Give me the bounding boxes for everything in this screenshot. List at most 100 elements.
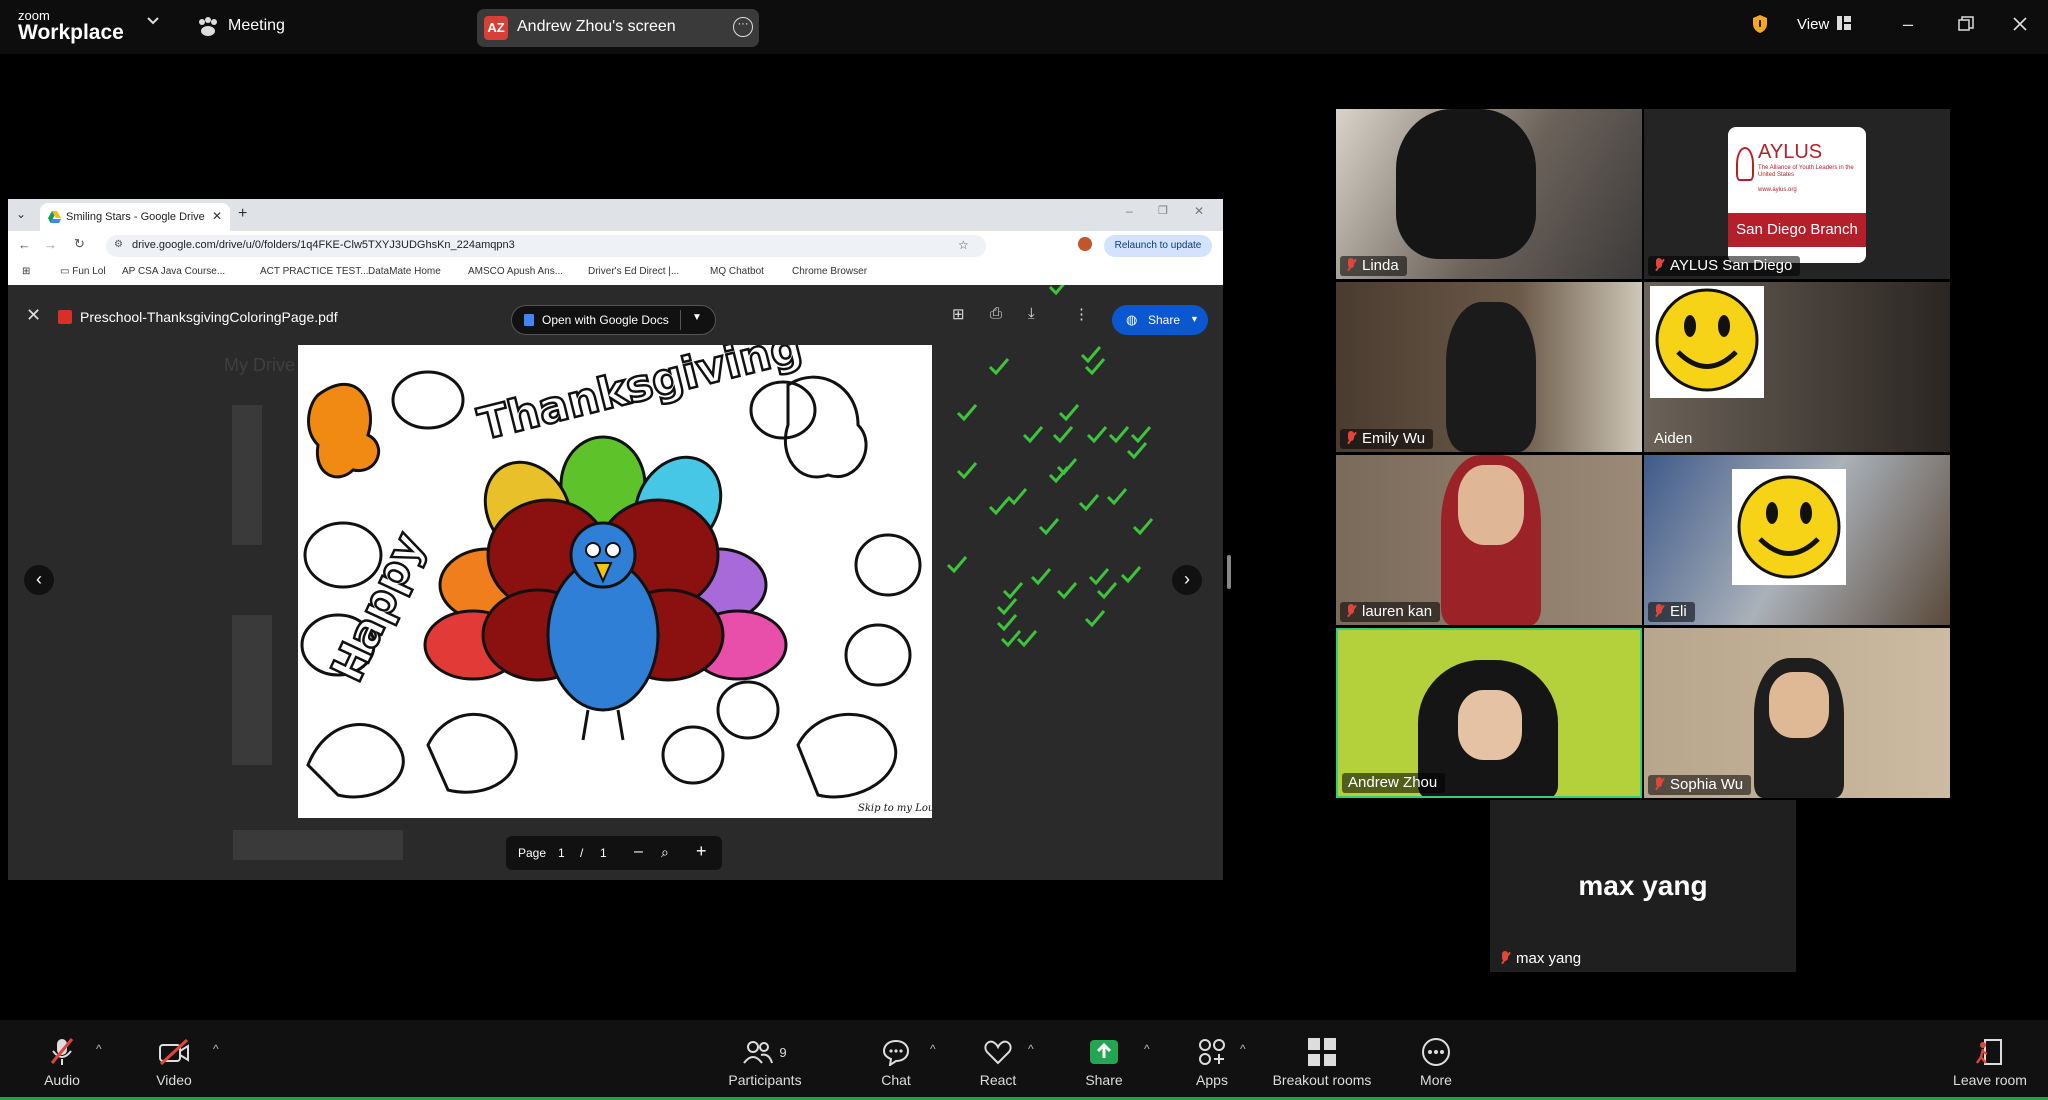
- back-icon[interactable]: ←: [18, 237, 31, 252]
- video-tile[interactable]: Aiden: [1644, 282, 1950, 452]
- participant-face: [1458, 690, 1522, 760]
- video-tile[interactable]: Emily Wu: [1336, 282, 1642, 452]
- new-tab-icon[interactable]: +: [238, 205, 247, 223]
- participant-name: Eli: [1670, 603, 1687, 620]
- mic-muted-icon: [1654, 777, 1664, 791]
- chat-button[interactable]: Chat: [866, 1036, 926, 1088]
- site-info-icon[interactable]: ⚙: [114, 239, 123, 250]
- react-options-caret[interactable]: ^: [1028, 1042, 1034, 1056]
- bookmark-item[interactable]: AMSCO Apush Ans...: [468, 266, 563, 277]
- resize-handle[interactable]: [1227, 555, 1231, 589]
- bookmark-item[interactable]: Driver's Ed Direct |...: [588, 266, 679, 277]
- bookmark-label: Fun Lol: [72, 266, 106, 277]
- share-options-caret[interactable]: ^: [1144, 1042, 1150, 1056]
- participant-video: [1446, 302, 1536, 452]
- browser-restore-icon[interactable]: ❐: [1158, 204, 1168, 217]
- react-button[interactable]: React: [968, 1036, 1028, 1088]
- participants-button[interactable]: 9 Participants: [720, 1036, 810, 1088]
- participant-name-tag: Eli: [1648, 602, 1695, 622]
- breakout-rooms-label: Breakout rooms: [1272, 1072, 1372, 1088]
- more-options-icon[interactable]: ···: [733, 17, 753, 37]
- bookmarks-bar: ⊞ ▭ Fun Lol AP CSA Java Course... ACT PR…: [8, 261, 1223, 286]
- address-bar-row: ← → ↻ ⚙ drive.google.com/drive/u/0/folde…: [8, 231, 1223, 261]
- video-button[interactable]: Video: [144, 1036, 204, 1088]
- restore-icon[interactable]: [1958, 16, 1974, 32]
- tab-search-icon[interactable]: ⌄: [16, 207, 26, 221]
- url-bar[interactable]: ⚙ drive.google.com/drive/u/0/folders/1q4…: [106, 235, 986, 257]
- video-options-caret[interactable]: ^: [213, 1042, 219, 1056]
- participant-name-tag: max yang: [1494, 949, 1589, 969]
- zoom-workplace-logo: Workplace: [18, 21, 124, 44]
- participant-display-name: max yang: [1578, 870, 1708, 901]
- audio-options-caret[interactable]: ^: [96, 1042, 102, 1056]
- bookmark-item[interactable]: Chrome Browser: [792, 266, 867, 277]
- screen-share-label: Andrew Zhou's screen: [517, 18, 676, 35]
- participants-icon: [743, 1041, 774, 1064]
- page-separator: /: [580, 846, 584, 860]
- profile-avatar[interactable]: [1078, 237, 1092, 251]
- audio-button[interactable]: Audio: [32, 1036, 92, 1088]
- more-button[interactable]: More: [1406, 1036, 1466, 1088]
- leave-room-button[interactable]: Leave room: [1944, 1036, 2036, 1088]
- meeting-label[interactable]: Meeting: [228, 17, 285, 35]
- bookmark-label: Driver's Ed Direct |...: [588, 266, 680, 277]
- react-label: React: [979, 1072, 1017, 1088]
- zoom-magnifier-icon[interactable]: ⌕: [661, 844, 669, 861]
- chat-options-caret[interactable]: ^: [930, 1042, 936, 1056]
- tab-close-icon[interactable]: ✕: [212, 209, 222, 223]
- bookmark-item[interactable]: ▭ Fun Lol: [60, 266, 106, 277]
- minimize-icon[interactable]: –: [1903, 14, 1913, 35]
- video-tile[interactable]: Eli: [1644, 455, 1950, 625]
- video-tile-active-speaker[interactable]: Andrew Zhou: [1336, 628, 1642, 798]
- aylus-branch-banner: San Diego Branch: [1728, 213, 1866, 247]
- security-shield-icon[interactable]: [1752, 14, 1768, 34]
- sharer-avatar: AZ: [484, 16, 508, 40]
- participant-video: [1396, 109, 1536, 259]
- video-tile[interactable]: Linda: [1336, 109, 1642, 279]
- leave-door-icon: [1976, 1039, 2002, 1065]
- participant-name-tag: Andrew Zhou: [1342, 773, 1446, 793]
- audio-label: Audio: [44, 1072, 80, 1088]
- share-button[interactable]: Share: [1074, 1036, 1134, 1088]
- zoom-out-icon[interactable]: –: [634, 843, 643, 861]
- view-button[interactable]: View: [1797, 16, 1829, 33]
- apps-grid-icon[interactable]: ⊞: [22, 266, 30, 277]
- apps-options-caret[interactable]: ^: [1240, 1042, 1246, 1056]
- grid-view-icon[interactable]: [1837, 16, 1851, 30]
- forward-icon[interactable]: →: [44, 237, 57, 252]
- mic-muted-icon: [1346, 604, 1356, 618]
- zoom-in-icon[interactable]: +: [696, 841, 707, 862]
- relaunch-button[interactable]: Relaunch to update: [1104, 235, 1212, 257]
- chevron-down-icon[interactable]: [146, 14, 160, 28]
- video-tile[interactable]: lauren kan: [1336, 455, 1642, 625]
- participants-label: Participants: [728, 1072, 802, 1088]
- close-icon[interactable]: [2012, 16, 2028, 32]
- participant-name: max yang: [1516, 950, 1582, 967]
- aylus-logo-subtitle: The Alliance of Youth Leaders in the Uni…: [1758, 165, 1854, 178]
- bookmark-label: AMSCO Apush Ans...: [468, 266, 564, 277]
- apps-label: Apps: [1196, 1072, 1228, 1088]
- participant-name-tag: AYLUS San Diego: [1648, 256, 1801, 276]
- browser-tab[interactable]: Smiling Stars - Google Drive ✕: [40, 203, 230, 231]
- folder-icon: ▭: [60, 266, 73, 277]
- browser-close-icon[interactable]: ✕: [1194, 204, 1204, 218]
- apps-icon: [1199, 1039, 1225, 1065]
- participant-name: Andrew Zhou: [1348, 774, 1438, 791]
- video-tile[interactable]: AYLUS The Alliance of Youth Leaders in t…: [1644, 109, 1950, 279]
- heart-icon: [984, 1040, 1012, 1065]
- apps-button[interactable]: Apps: [1182, 1036, 1242, 1088]
- page-current[interactable]: 1: [558, 846, 565, 860]
- video-tile[interactable]: Sophia Wu: [1644, 628, 1950, 798]
- bookmark-item[interactable]: MQ Chatbot: [710, 266, 764, 277]
- bookmark-item[interactable]: ACT PRACTICE TEST...: [260, 266, 369, 277]
- annotation-checkmarks: [946, 285, 1154, 648]
- participant-name-tag: Sophia Wu: [1648, 775, 1752, 795]
- reload-icon[interactable]: ↻: [74, 236, 85, 252]
- bookmark-item[interactable]: AP CSA Java Course...: [122, 266, 225, 277]
- camera-off-icon: [159, 1038, 189, 1066]
- bookmark-star-icon[interactable]: ☆: [958, 238, 969, 252]
- browser-minimize-icon[interactable]: –: [1126, 204, 1133, 218]
- breakout-rooms-button[interactable]: Breakout rooms: [1264, 1036, 1380, 1088]
- video-tile-no-camera[interactable]: max yang max yang: [1490, 800, 1796, 972]
- bookmark-item[interactable]: DataMate Home: [368, 266, 441, 277]
